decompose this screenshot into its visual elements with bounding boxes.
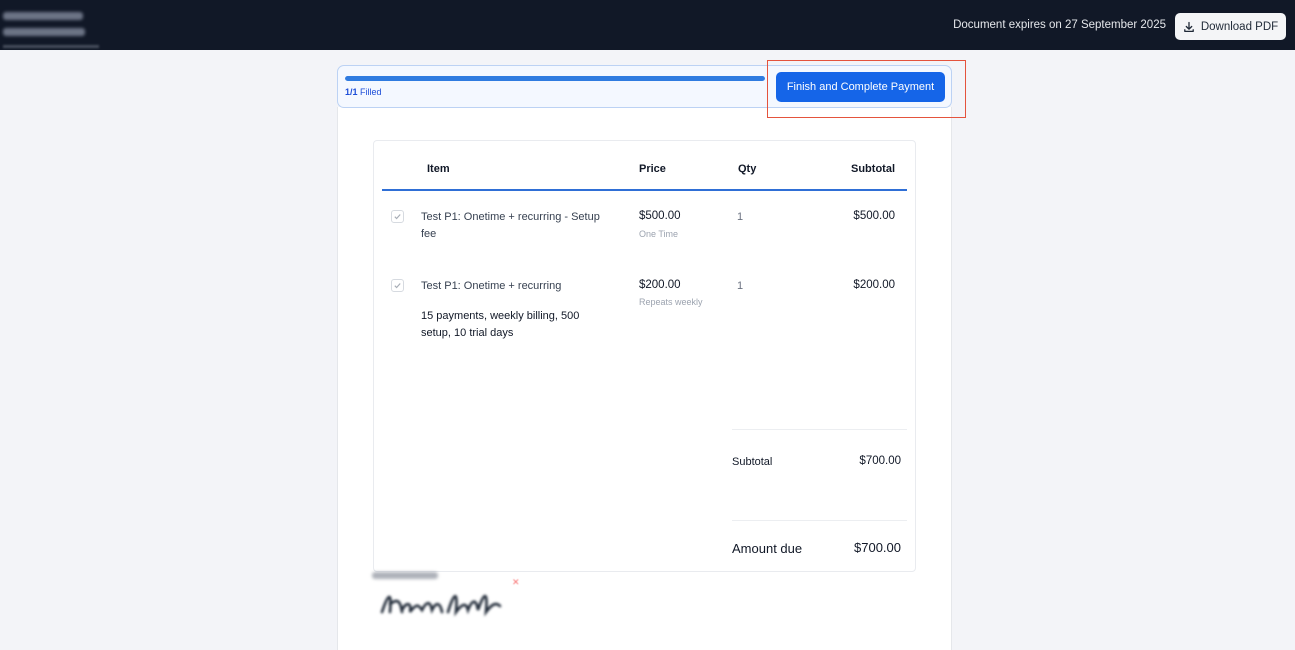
subtotal-label: Subtotal <box>732 456 773 468</box>
row-1-qty: 1 <box>737 211 744 223</box>
filled-count: 1/1 <box>345 87 358 97</box>
document-title-blurred <box>3 9 99 51</box>
highlight-box <box>767 60 966 118</box>
amount-due-divider <box>732 520 907 521</box>
row-2-price: $200.00 <box>639 279 681 291</box>
column-header-subtotal: Subtotal <box>851 163 895 175</box>
progress-bar <box>345 76 765 81</box>
header-divider <box>382 189 907 191</box>
subtotal-divider <box>732 429 907 430</box>
download-icon <box>1183 21 1194 32</box>
progress-bar-fill <box>345 76 765 81</box>
column-header-qty: Qty <box>738 163 757 175</box>
row-2-qty: 1 <box>737 280 744 292</box>
remove-signature-icon[interactable]: ✕ <box>512 578 520 587</box>
amount-due-label: Amount due <box>732 541 803 556</box>
top-bar: Document expires on 27 September 2025 <box>0 0 1295 50</box>
row-2-frequency: Repeats weekly <box>639 297 703 307</box>
row-1-item-name: Test P1: Onetime + recurring - Setup fee <box>421 211 600 240</box>
row-2-item-name: Test P1: Onetime + recurring <box>421 280 562 292</box>
check-icon <box>394 283 401 289</box>
row-1-frequency: One Time <box>639 229 679 239</box>
row-1-checkbox[interactable] <box>391 210 404 223</box>
row-2-subtotal: $200.00 <box>853 279 895 291</box>
column-header-item: Item <box>427 163 450 175</box>
row-2-item-description: 15 payments, weekly billing, 500 setup, … <box>421 310 580 339</box>
filled-label: Filled <box>360 87 382 97</box>
column-header-price: Price <box>639 163 666 175</box>
row-1-price: $500.00 <box>639 210 681 222</box>
pricing-table <box>373 140 916 572</box>
download-pdf-label: Download PDF <box>1200 20 1279 33</box>
amount-due-value: $700.00 <box>854 540 901 555</box>
download-pdf-button[interactable]: Download PDF <box>1175 13 1286 40</box>
row-2-checkbox[interactable] <box>391 279 404 292</box>
filled-status: 1/1 Filled <box>345 87 382 97</box>
signature-icon <box>380 594 502 617</box>
expiry-text: Document expires on 27 September 2025 <box>953 19 1166 31</box>
check-icon <box>394 214 401 220</box>
subtotal-value: $700.00 <box>859 455 901 467</box>
row-1-subtotal: $500.00 <box>853 210 895 222</box>
signature-block-blurred: ✕ <box>372 568 524 624</box>
